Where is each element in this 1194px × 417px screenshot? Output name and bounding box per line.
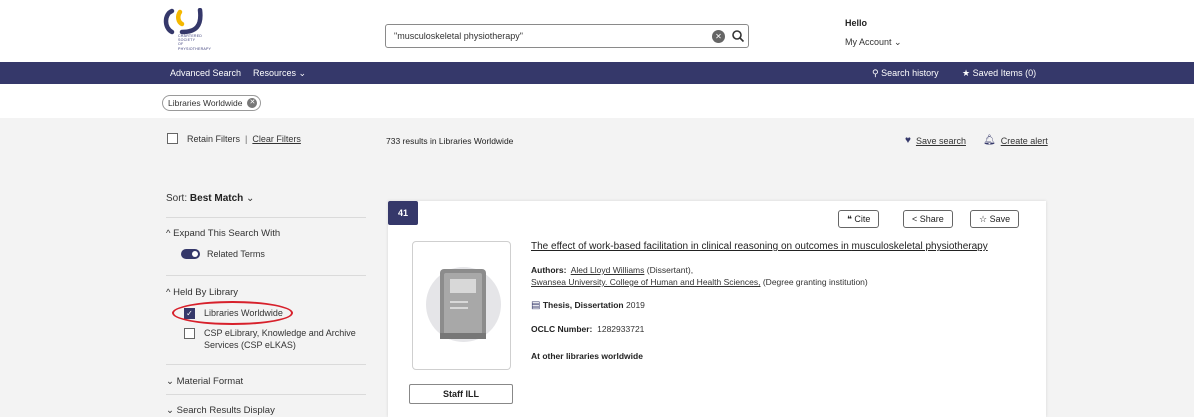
- library-csp-checkbox[interactable]: [184, 328, 195, 339]
- library-option-csp[interactable]: CSP eLibrary, Knowledge and Archive Serv…: [184, 327, 364, 351]
- save-button[interactable]: ☆ Save: [970, 210, 1020, 228]
- divider: [166, 275, 366, 276]
- search-icon[interactable]: [731, 29, 745, 43]
- search-query-text: "musculoskeletal physiotherapy": [394, 31, 523, 41]
- retain-filters-row: Retain Filters | Clear Filters: [167, 133, 301, 144]
- retain-filters-checkbox[interactable]: [167, 133, 178, 144]
- csp-logo[interactable]: CHARTERED SOCIETY OF PHYSIOTHERAPY: [160, 7, 255, 58]
- book-thumbnail[interactable]: [412, 241, 511, 370]
- clear-filters-link[interactable]: Clear Filters: [252, 134, 301, 144]
- facet-expand-search[interactable]: ^ Expand This Search With: [166, 228, 280, 239]
- save-search-link[interactable]: ♥ Save search: [905, 135, 966, 146]
- results-count: 733 results in Libraries Worldwide: [386, 136, 514, 146]
- staff-ill-button[interactable]: Staff ILL: [409, 384, 513, 404]
- my-account-menu[interactable]: My Account ⌄: [845, 37, 902, 48]
- related-terms-label: Related Terms: [207, 249, 265, 259]
- clear-search-icon[interactable]: ✕: [712, 30, 725, 43]
- nav-saved-items[interactable]: ★ Saved Items (0): [962, 68, 1036, 79]
- chevron-down-icon: ⌄: [166, 405, 174, 416]
- document-icon: ▤: [531, 300, 541, 311]
- author-link[interactable]: Aled Lloyd Williams: [571, 265, 645, 275]
- search-icon: ⚲: [872, 68, 879, 78]
- chevron-up-icon: ^: [166, 228, 171, 239]
- chevron-down-icon: ⌄: [894, 37, 902, 47]
- institution-link[interactable]: Swansea University. College of Human and…: [531, 277, 760, 287]
- divider: [166, 217, 366, 218]
- create-alert-link[interactable]: 🔔︎ Create alert: [983, 135, 1048, 146]
- divider: [166, 364, 366, 365]
- star-icon: ★: [962, 68, 971, 78]
- chevron-down-icon: ⌄: [298, 68, 307, 78]
- share-icon: <: [912, 214, 918, 224]
- star-outline-icon: ☆: [979, 214, 988, 224]
- facet-held-by-library[interactable]: ^ Held By Library: [166, 287, 238, 298]
- chevron-down-icon: ⌄: [166, 376, 174, 387]
- share-button[interactable]: < Share: [903, 210, 953, 228]
- header: CHARTERED SOCIETY OF PHYSIOTHERAPY "musc…: [0, 0, 1194, 62]
- active-filter-chip[interactable]: Libraries Worldwide ✕: [162, 95, 262, 111]
- result-rank-badge: 41: [388, 201, 418, 225]
- result-format: ▤ Thesis, Dissertation 2019: [531, 300, 645, 311]
- cite-button[interactable]: ❝ Cite: [838, 210, 880, 228]
- greeting: Hello: [845, 18, 868, 28]
- facet-results-display[interactable]: ⌄ Search Results Display: [166, 405, 275, 416]
- logo-text: CHARTERED SOCIETY OF PHYSIOTHERAPY: [178, 34, 212, 51]
- related-terms-toggle[interactable]: [181, 249, 200, 259]
- heart-icon: ♥: [905, 135, 911, 146]
- remove-filter-icon[interactable]: ✕: [247, 98, 258, 108]
- search-input[interactable]: "musculoskeletal physiotherapy" ✕: [385, 24, 749, 48]
- divider: [166, 394, 366, 395]
- book-icon: [440, 269, 486, 339]
- result-institution: Swansea University. College of Human and…: [531, 277, 868, 287]
- main-nav: Advanced Search Resources ⌄ ⚲ Search his…: [0, 62, 1194, 84]
- retain-filters-label: Retain Filters: [187, 133, 241, 144]
- quote-icon: ❝: [847, 214, 852, 224]
- chevron-up-icon: ^: [166, 287, 171, 298]
- annotation-circle: [172, 301, 293, 325]
- result-title-link[interactable]: The effect of work-based facilitation in…: [531, 241, 988, 252]
- result-authors: Authors: Aled Lloyd Williams (Dissertant…: [531, 265, 694, 275]
- bell-icon: 🔔︎: [983, 135, 996, 146]
- nav-advanced-search[interactable]: Advanced Search: [170, 68, 241, 78]
- sort-dropdown[interactable]: Sort: Best Match ⌄: [166, 193, 254, 204]
- chevron-down-icon: ⌄: [246, 193, 255, 204]
- result-availability: At other libraries worldwide: [531, 351, 643, 361]
- nav-search-history[interactable]: ⚲ Search history: [872, 68, 939, 79]
- result-oclc: OCLC Number: 1282933721: [531, 324, 645, 334]
- nav-resources[interactable]: Resources ⌄: [253, 68, 306, 79]
- facet-material-format[interactable]: ⌄ Material Format: [166, 376, 243, 387]
